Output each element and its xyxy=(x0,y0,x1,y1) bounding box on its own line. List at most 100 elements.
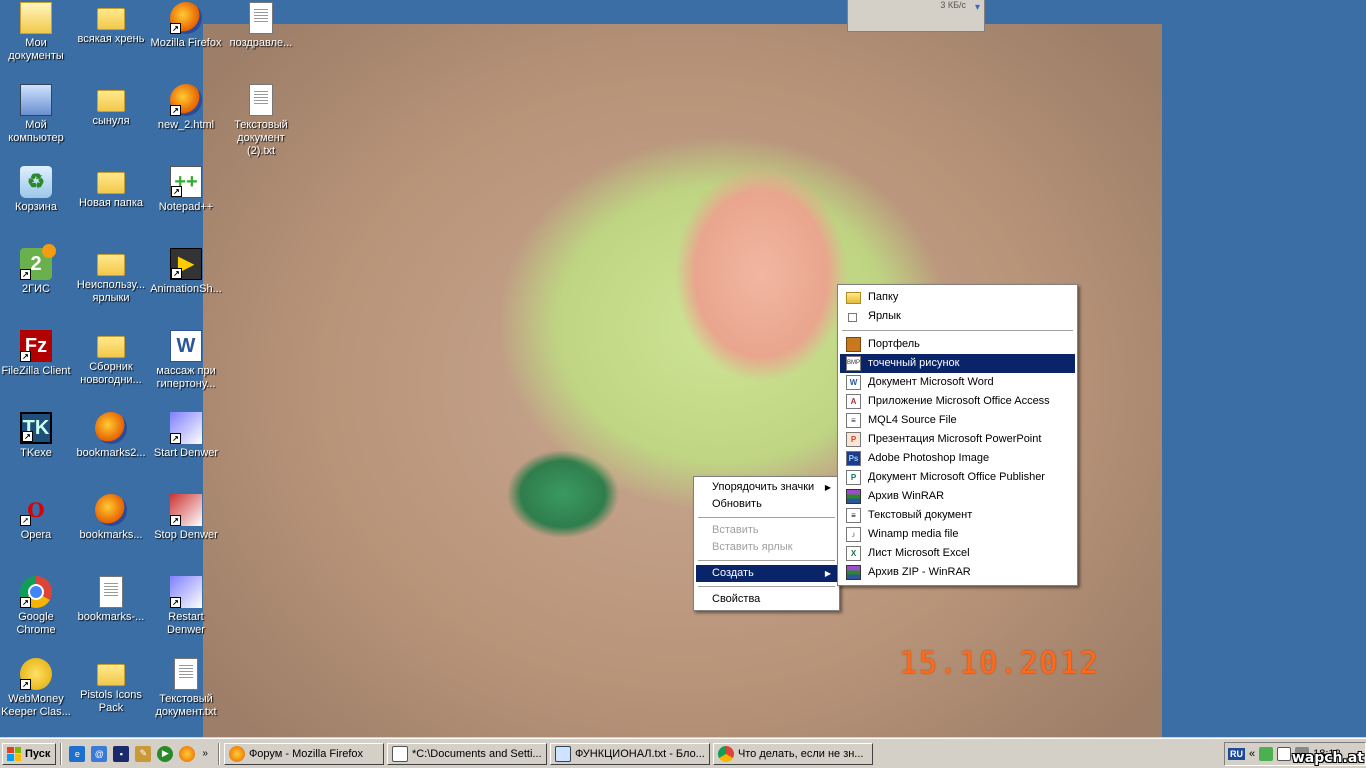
firefox-icon[interactable] xyxy=(179,745,196,762)
menu-item-label: Документ Microsoft Office Publisher xyxy=(868,471,1045,483)
task-button-notepad-2[interactable]: ФУНКЦИОНАЛ.txt - Бло... xyxy=(549,742,710,765)
menu-item-label: Документ Microsoft Word xyxy=(868,376,994,388)
chevron-down-icon[interactable]: ▾ xyxy=(975,2,980,13)
winrar-zip-icon xyxy=(846,565,861,580)
create-item-winrar[interactable]: Архив WinRAR xyxy=(840,487,1075,506)
desktop-icon[interactable]: Fz ↗ FileZilla Client xyxy=(0,330,74,378)
desktop-icon[interactable]: Мои документы xyxy=(0,2,74,63)
desktop-icon[interactable]: bookmarks... xyxy=(73,494,149,542)
desktop-icon[interactable]: Текстовый документ (2).txt xyxy=(223,84,299,158)
notepadpp-icon: ++ ↗ xyxy=(170,166,202,198)
desktop-icon[interactable]: ↗ Stop Denwer xyxy=(148,494,224,542)
desktop-icon-label: FileZilla Client xyxy=(1,365,71,377)
menu-separator xyxy=(842,330,1073,331)
tool-icon[interactable]: ✎ xyxy=(135,745,152,762)
shortcut-arrow-icon: ↗ xyxy=(20,515,31,526)
text-file-icon xyxy=(174,658,198,690)
desktop-icon-label: Корзина xyxy=(15,201,57,213)
desktop-icon[interactable]: O ↗ Opera xyxy=(0,494,74,542)
desktop-icon[interactable]: ♻ Корзина xyxy=(0,166,74,214)
ie-icon[interactable]: e xyxy=(69,745,86,762)
menu-item-label: Приложение Microsoft Office Access xyxy=(868,395,1050,407)
menu-item-label: Winamp media file xyxy=(868,528,959,540)
html-file-icon xyxy=(95,412,127,444)
desktop-icon[interactable]: Мой компьютер xyxy=(0,84,74,145)
desktop-icon[interactable]: ↗ WebMoney Keeper Clas... xyxy=(0,658,74,719)
outlook-icon[interactable]: @ xyxy=(91,745,108,762)
create-item-shortcut[interactable]: Ярлык xyxy=(840,307,1075,326)
desktop-icon[interactable]: сынуля xyxy=(73,84,149,128)
shortcut-arrow-icon: ↗ xyxy=(171,268,182,279)
create-item-mql4[interactable]: ≡ MQL4 Source File xyxy=(840,411,1075,430)
desktop-icon-label: Stop Denwer xyxy=(154,529,218,541)
network-icon[interactable] xyxy=(1277,747,1292,761)
desktop-icon-label: Restart Denwer xyxy=(167,611,205,636)
create-item-access[interactable]: A Приложение Microsoft Office Access xyxy=(840,392,1075,411)
security-icon[interactable] xyxy=(1259,747,1274,761)
tray-expand-button[interactable]: « xyxy=(1249,748,1255,760)
menu-item-label: Презентация Microsoft PowerPoint xyxy=(868,433,1042,445)
create-item-bitmap[interactable]: BMP точечный рисунок xyxy=(840,354,1075,373)
desktop-icon[interactable]: поздравле... xyxy=(223,2,299,50)
desktop-icon-label: Мой компьютер xyxy=(8,119,64,144)
toolbar-grip[interactable] xyxy=(217,742,220,765)
create-item-folder[interactable]: Папку xyxy=(840,288,1075,307)
menu-item-label: Папку xyxy=(868,291,899,303)
create-item-briefcase[interactable]: Портфель xyxy=(840,335,1075,354)
desktop-icon[interactable]: bookmarks-... xyxy=(73,576,149,624)
desktop-icon-label: Pistols Icons Pack xyxy=(80,689,142,714)
task-button-firefox[interactable]: Форум - Mozilla Firefox xyxy=(223,742,384,765)
desktop-icon-label: Mozilla Firefox xyxy=(150,37,222,49)
desktop-icon[interactable]: ↗ new_2.html xyxy=(148,84,224,132)
menu-item-create[interactable]: Создать ▶ xyxy=(696,565,837,582)
desktop-icon[interactable]: Pistols Icons Pack xyxy=(73,658,149,715)
desktop-icon-label: WebMoney Keeper Clas... xyxy=(1,693,71,718)
desktop-icon[interactable]: bookmarks2... xyxy=(73,412,149,460)
create-item-text-doc[interactable]: ≡ Текстовый документ xyxy=(840,506,1075,525)
desktop-icon[interactable]: всякая хрень xyxy=(73,2,149,46)
task-button-chrome[interactable]: Что делать, если не зн... xyxy=(712,742,873,765)
menu-item-properties[interactable]: Свойства xyxy=(696,591,837,608)
desktop-icon[interactable]: Неиспользу... ярлыки xyxy=(73,248,149,305)
desktop-icon-label: Новая папка xyxy=(78,197,144,209)
desktop-icon[interactable]: ++ ↗ Notepad++ xyxy=(148,166,224,214)
desktop-icon[interactable]: ↗ Google Chrome xyxy=(0,576,74,637)
shortcut-arrow-icon: ↗ xyxy=(170,515,181,526)
webmoney-icon: ↗ xyxy=(20,658,52,690)
desktop-icon[interactable]: Новая папка xyxy=(73,166,149,210)
menu-item-arrange-icons[interactable]: Упорядочить значки ▶ xyxy=(696,479,837,496)
save-icon[interactable]: ▪ xyxy=(113,745,130,762)
menu-item-refresh[interactable]: Обновить xyxy=(696,496,837,513)
media-icon[interactable]: ▶ xyxy=(157,745,174,762)
text-file-icon xyxy=(249,2,273,34)
network-speed-widget[interactable]: 3 КБ/с ▾ xyxy=(847,0,985,32)
desktop-icon[interactable]: ↗ Mozilla Firefox xyxy=(148,2,224,50)
desktop-icon[interactable]: ▶ ↗ AnimationSh... xyxy=(148,248,224,296)
desktop-icon[interactable]: Сборник новогодни... xyxy=(73,330,149,387)
create-item-excel[interactable]: X Лист Microsoft Excel xyxy=(840,544,1075,563)
desktop-icon[interactable]: Текстовый документ.txt xyxy=(148,658,224,719)
create-item-publisher[interactable]: P Документ Microsoft Office Publisher xyxy=(840,468,1075,487)
task-button-notepad-1[interactable]: *C:\Documents and Setti... xyxy=(386,742,547,765)
create-item-word[interactable]: W Документ Microsoft Word xyxy=(840,373,1075,392)
create-item-photoshop[interactable]: Ps Adobe Photoshop Image xyxy=(840,449,1075,468)
shortcut-icon xyxy=(848,313,857,322)
tkexe-icon: TK ↗ xyxy=(20,412,52,444)
folder-icon xyxy=(97,664,125,686)
desktop-icon[interactable]: ↗ Restart Denwer xyxy=(148,576,224,637)
create-item-zip[interactable]: Архив ZIP - WinRAR xyxy=(840,563,1075,582)
denwer-restart-icon: ↗ xyxy=(170,576,202,608)
desktop-icon[interactable]: 2 ↗ 2ГИС xyxy=(0,244,74,296)
toolbar-grip[interactable] xyxy=(60,742,63,765)
desktop-icon[interactable]: ↗ Start Denwer xyxy=(148,412,224,460)
denwer-start-icon: ↗ xyxy=(170,412,202,444)
create-item-winamp[interactable]: ♪ Winamp media file xyxy=(840,525,1075,544)
desktop-icon-label: Неиспользу... ярлыки xyxy=(76,279,146,304)
shortcut-arrow-icon: ↗ xyxy=(170,433,181,444)
start-button[interactable]: Пуск xyxy=(2,742,57,765)
quick-launch-more-button[interactable]: » xyxy=(202,748,208,759)
desktop-icon[interactable]: Wмассаж при гипертону... xyxy=(148,330,224,391)
language-indicator[interactable]: RU xyxy=(1228,748,1245,760)
desktop-icon[interactable]: TK ↗ TKexe xyxy=(0,412,74,460)
create-item-powerpoint[interactable]: P Презентация Microsoft PowerPoint xyxy=(840,430,1075,449)
